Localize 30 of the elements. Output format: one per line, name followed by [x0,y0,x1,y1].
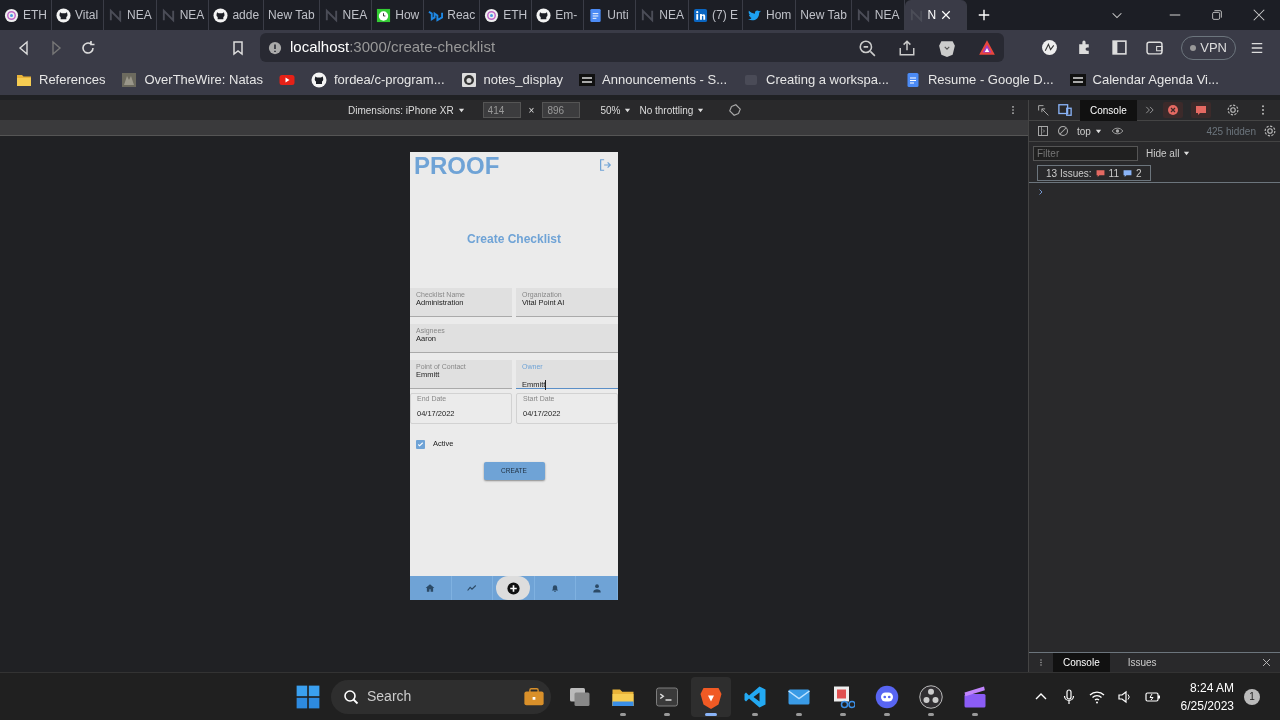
bookmark[interactable]: Announcements - S... [571,70,736,90]
notification-badge[interactable]: 1 [1244,688,1260,705]
bookmark[interactable]: fordea/c-program... [302,70,453,90]
bookmark[interactable]: notes_display [452,70,571,90]
bookmark[interactable]: OverTheWire: Natas [113,70,271,90]
context-dropdown[interactable]: top [1077,123,1102,139]
times-label: × [528,103,535,118]
page-title: Create Checklist [465,231,562,248]
hidden-count: 425 hidden [1206,124,1256,139]
levels-dropdown[interactable]: Hide all [1146,145,1191,161]
filter-field[interactable]: Filter [1033,145,1138,161]
zoom-dropdown[interactable]: 50% [600,102,632,118]
width-field[interactable]: 414 [482,102,521,118]
search-field[interactable]: Search [331,679,551,714]
drawer-tab[interactable]: Issues [1117,653,1167,672]
url-text: localhost:3000/create-checklist [290,37,496,58]
bookmark[interactable]: References [8,70,114,90]
clock[interactable]: 8:24 AM 6/25/2023 [1180,678,1234,715]
browser-tab[interactable]: N [904,0,967,30]
address-bar[interactable]: localhost:3000/create-checklist [260,33,1004,62]
bookmark[interactable]: Resume - Google D... [896,70,1062,90]
panel-tab[interactable]: Console [1080,99,1137,121]
bookmark[interactable]: Calendar Agenda Vi... [1061,70,1227,90]
app-logo: PROOF [414,152,500,180]
drawer-tab[interactable]: Console [1053,653,1110,672]
bookmark[interactable]: Creating a workspa... [735,70,897,90]
height-field[interactable]: 896 [542,102,581,118]
device-dropdown[interactable]: Dimensions: iPhone XR [348,102,465,118]
throttling-dropdown[interactable]: No throttling [639,102,705,118]
issues-button[interactable]: 13 Issues: 11 2 [1037,165,1151,181]
